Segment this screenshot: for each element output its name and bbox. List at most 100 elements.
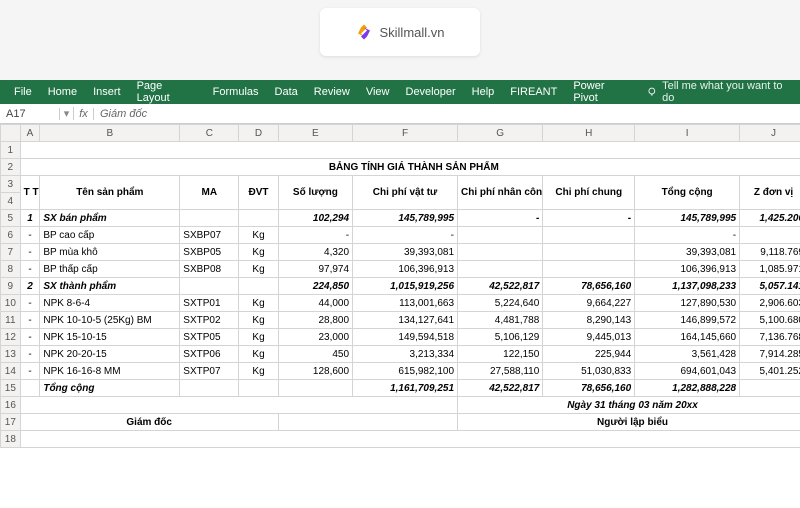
cell-vt[interactable]: 145,789,995	[353, 210, 458, 227]
cell-dvt[interactable]: Kg	[239, 329, 278, 346]
cell-dvt[interactable]: Kg	[239, 295, 278, 312]
name-box[interactable]: A17	[0, 108, 60, 120]
row-header[interactable]: 15	[1, 380, 21, 397]
fx-label[interactable]: fx	[74, 108, 94, 120]
cell-vt[interactable]: 1,161,709,251	[353, 380, 458, 397]
cell-zdv[interactable]	[740, 227, 800, 244]
cell-tong[interactable]: 145,789,995	[635, 210, 740, 227]
ribbon-tab-file[interactable]: File	[6, 86, 40, 98]
ribbon-tab-view[interactable]: View	[358, 86, 398, 98]
cell-vt[interactable]: 149,594,518	[353, 329, 458, 346]
cell-vt[interactable]: 134,127,641	[353, 312, 458, 329]
row-header[interactable]: 11	[1, 312, 21, 329]
cell-ten[interactable]: BP mùa khô	[40, 244, 180, 261]
cell-tong[interactable]: 1,137,098,233	[635, 278, 740, 295]
cell-zdv[interactable]: 1,425.206	[740, 210, 800, 227]
ribbon-tab-data[interactable]: Data	[267, 86, 306, 98]
col-header[interactable]: G	[458, 125, 543, 142]
cell-ten[interactable]: NPK 20-20-15	[40, 346, 180, 363]
cell-nc[interactable]	[458, 261, 543, 278]
cell-ten[interactable]: NPK 15-10-15	[40, 329, 180, 346]
cell-ten[interactable]: SX bán phẩm	[40, 210, 180, 227]
cell-chung[interactable]	[543, 227, 635, 244]
cell-vt[interactable]: 1,015,919,256	[353, 278, 458, 295]
cell-nc[interactable]: 42,522,817	[458, 380, 543, 397]
col-header[interactable]: I	[635, 125, 740, 142]
cell-ten[interactable]: SX thành phẩm	[40, 278, 180, 295]
cell-ma[interactable]: SXBP08	[180, 261, 239, 278]
cell-nc[interactable]: 42,522,817	[458, 278, 543, 295]
cell-ten[interactable]: BP thấp cấp	[40, 261, 180, 278]
cell-ma[interactable]	[180, 380, 239, 397]
cell-nc[interactable]	[458, 244, 543, 261]
cell-tong[interactable]: 146,899,572	[635, 312, 740, 329]
row-header[interactable]: 13	[1, 346, 21, 363]
cell-zdv[interactable]: 5,401.252	[740, 363, 800, 380]
cell-chung[interactable]: 8,290,143	[543, 312, 635, 329]
cell-sl[interactable]: 128,600	[278, 363, 352, 380]
cell-sl[interactable]: 97,974	[278, 261, 352, 278]
cell-ten[interactable]: NPK 16-16-8 MM	[40, 363, 180, 380]
col-header[interactable]	[1, 125, 21, 142]
cell-nc[interactable]: 5,106,129	[458, 329, 543, 346]
col-header[interactable]: F	[353, 125, 458, 142]
cell-ma[interactable]: SXBP05	[180, 244, 239, 261]
cell-tong[interactable]: -	[635, 227, 740, 244]
cell-zdv[interactable]: 7,914.285	[740, 346, 800, 363]
cell-tt[interactable]: 1	[20, 210, 40, 227]
row-header[interactable]: 4	[1, 193, 21, 210]
cell-ten[interactable]: Tổng cộng	[40, 380, 180, 397]
col-header[interactable]: C	[180, 125, 239, 142]
cell-tt[interactable]	[20, 380, 40, 397]
col-header[interactable]: D	[239, 125, 278, 142]
cell-zdv[interactable]: 2,906.603	[740, 295, 800, 312]
cell-tt[interactable]: -	[20, 346, 40, 363]
cell-sl[interactable]	[278, 380, 352, 397]
cell-tong[interactable]: 164,145,660	[635, 329, 740, 346]
cell-vt[interactable]: -	[353, 227, 458, 244]
ribbon-tab-help[interactable]: Help	[464, 86, 503, 98]
cell-tt[interactable]: -	[20, 244, 40, 261]
ribbon-tab-review[interactable]: Review	[306, 86, 358, 98]
cell-dvt[interactable]: Kg	[239, 244, 278, 261]
name-box-dropdown-icon[interactable]: ▾	[60, 107, 74, 120]
cell-zdv[interactable]: 1,085.971	[740, 261, 800, 278]
cell-chung[interactable]: 51,030,833	[543, 363, 635, 380]
cell-ma[interactable]	[180, 278, 239, 295]
cell-sl[interactable]: 224,850	[278, 278, 352, 295]
row-header[interactable]: 5	[1, 210, 21, 227]
cell-chung[interactable]: 78,656,160	[543, 380, 635, 397]
cell-tt[interactable]: -	[20, 295, 40, 312]
cell-dvt[interactable]: Kg	[239, 261, 278, 278]
cell-tt[interactable]: 2	[20, 278, 40, 295]
cell-tong[interactable]: 694,601,043	[635, 363, 740, 380]
ribbon-tab-page-layout[interactable]: Page Layout	[129, 80, 205, 104]
cell-tt[interactable]: -	[20, 329, 40, 346]
cell-sl[interactable]: 450	[278, 346, 352, 363]
row-header[interactable]: 17	[1, 414, 21, 431]
row-header[interactable]: 14	[1, 363, 21, 380]
cell-chung[interactable]: 9,445,013	[543, 329, 635, 346]
cell-tong[interactable]: 127,890,530	[635, 295, 740, 312]
cell-chung[interactable]: 225,944	[543, 346, 635, 363]
cell-ma[interactable]: SXTP06	[180, 346, 239, 363]
ribbon-tab-power-pivot[interactable]: Power Pivot	[565, 80, 638, 104]
cell-tt[interactable]: -	[20, 312, 40, 329]
cell-tong[interactable]: 1,282,888,228	[635, 380, 740, 397]
cell-tt[interactable]: -	[20, 227, 40, 244]
cell-dvt[interactable]	[239, 278, 278, 295]
tell-me[interactable]: Tell me what you want to do	[646, 80, 794, 104]
cell-zdv[interactable]: 9,118.769	[740, 244, 800, 261]
cell-vt[interactable]: 39,393,081	[353, 244, 458, 261]
col-header[interactable]: E	[278, 125, 352, 142]
col-header[interactable]: A	[20, 125, 40, 142]
row-header[interactable]: 2	[1, 159, 21, 176]
director-box[interactable]: Giám đốc	[20, 414, 278, 431]
ribbon-tab-insert[interactable]: Insert	[85, 86, 129, 98]
cell-dvt[interactable]: Kg	[239, 312, 278, 329]
cell-vt[interactable]: 106,396,913	[353, 261, 458, 278]
cell-nc[interactable]: 122,150	[458, 346, 543, 363]
cell-ma[interactable]: SXTP02	[180, 312, 239, 329]
cell-dvt[interactable]	[239, 380, 278, 397]
row-header[interactable]: 8	[1, 261, 21, 278]
